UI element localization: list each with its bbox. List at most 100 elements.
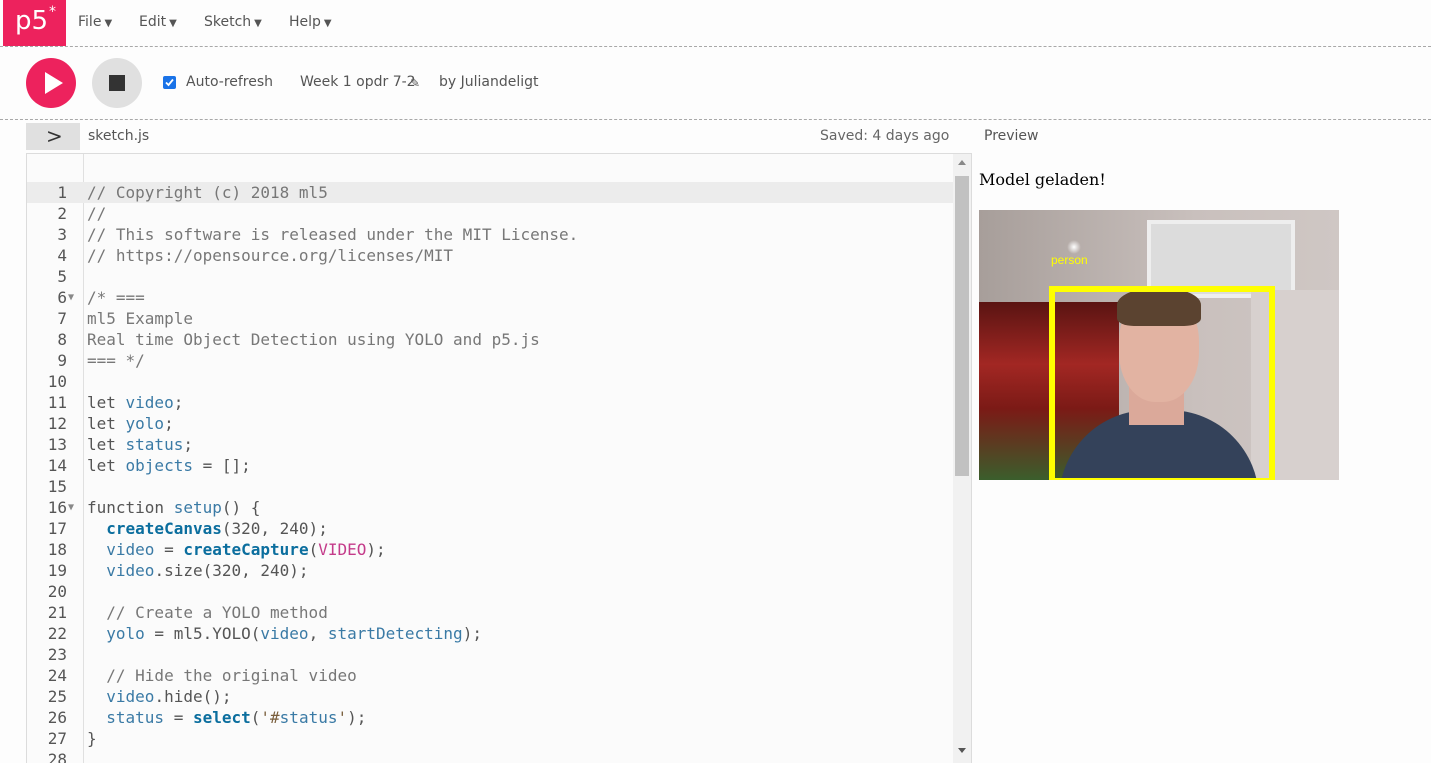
code-line[interactable]: 17 createCanvas(320, 240); bbox=[27, 518, 953, 539]
auto-refresh-label[interactable]: Auto-refresh bbox=[186, 74, 273, 90]
menu-help-label: Help bbox=[289, 14, 321, 30]
preview-label: Preview bbox=[984, 128, 1039, 144]
scroll-up-icon[interactable] bbox=[958, 160, 966, 165]
code-editor[interactable]: 1 // Copyright (c) 2018 ml5 2 // 3 // This so… bbox=[26, 153, 972, 763]
detection-bounding-box bbox=[1049, 286, 1275, 480]
line-number: 21 bbox=[47, 603, 67, 622]
line-number: 6 bbox=[57, 288, 67, 307]
stop-button[interactable] bbox=[92, 58, 142, 108]
line-number: 20 bbox=[47, 582, 67, 601]
pencil-icon[interactable]: ✎ bbox=[410, 76, 420, 90]
line-number: 19 bbox=[47, 561, 67, 580]
code-line[interactable]: 12 let yolo; bbox=[27, 413, 953, 434]
code-line[interactable]: 20 bbox=[27, 581, 953, 602]
code-line[interactable]: 14 let objects = []; bbox=[27, 455, 953, 476]
line-number: 15 bbox=[47, 477, 67, 496]
code-line[interactable]: 21 // Create a YOLO method bbox=[27, 602, 953, 623]
code-line[interactable]: 24 // Hide the original video bbox=[27, 665, 953, 686]
p5-logo[interactable]: p5 * bbox=[3, 0, 66, 46]
scrollbar-thumb[interactable] bbox=[955, 176, 969, 476]
code-line[interactable]: 6 ▼ /* === bbox=[27, 287, 953, 308]
code-text: let yolo; bbox=[87, 414, 174, 433]
chevron-right-icon: > bbox=[46, 124, 63, 148]
editor-header: > sketch.js Saved: 4 days ago Preview bbox=[0, 120, 1431, 153]
code-text: let objects = []; bbox=[87, 456, 251, 475]
play-icon bbox=[45, 72, 63, 94]
menu-file[interactable]: File ▼ bbox=[78, 14, 112, 30]
line-number: 7 bbox=[57, 309, 67, 328]
code-line[interactable]: 15 bbox=[27, 476, 953, 497]
line-number: 26 bbox=[47, 708, 67, 727]
caret-down-icon: ▼ bbox=[323, 18, 332, 29]
line-number: 11 bbox=[47, 393, 67, 412]
line-number: 5 bbox=[57, 267, 67, 286]
code-line[interactable]: 22 yolo = ml5.YOLO(video, startDetecting… bbox=[27, 623, 953, 644]
code-line[interactable]: 8 Real time Object Detection using YOLO a… bbox=[27, 329, 953, 350]
code-line[interactable]: 19 video.size(320, 240); bbox=[27, 560, 953, 581]
preview-canvas: person bbox=[979, 210, 1339, 480]
code-text: video.hide(); bbox=[106, 687, 232, 706]
code-text: let status; bbox=[87, 435, 193, 454]
menu-edit[interactable]: Edit ▼ bbox=[139, 14, 177, 30]
code-text: video.size(320, 240); bbox=[106, 561, 309, 580]
sidebar-toggle-button[interactable]: > bbox=[26, 123, 80, 150]
code-line[interactable]: 28 bbox=[27, 749, 953, 763]
menu-help[interactable]: Help ▼ bbox=[289, 14, 332, 30]
menu-edit-label: Edit bbox=[139, 14, 167, 30]
fold-arrow-icon[interactable]: ▼ bbox=[68, 497, 74, 518]
line-number: 1 bbox=[57, 183, 67, 202]
code-line[interactable]: 18 video = createCapture(VIDEO); bbox=[27, 539, 953, 560]
editor-scrollbar[interactable] bbox=[953, 154, 971, 763]
code-text: // https://opensource.org/licenses/MIT bbox=[87, 246, 454, 265]
code-text: ml5 Example bbox=[87, 309, 193, 328]
code-line[interactable]: 10 bbox=[27, 371, 953, 392]
line-number: 3 bbox=[57, 225, 67, 244]
scroll-down-icon[interactable] bbox=[958, 748, 966, 753]
line-number: 14 bbox=[47, 456, 67, 475]
logo-text: p5 bbox=[15, 6, 49, 36]
logo-asterisk: * bbox=[49, 4, 56, 20]
line-number: 17 bbox=[47, 519, 67, 538]
code-line[interactable]: 11 let video; bbox=[27, 392, 953, 413]
code-line[interactable]: 3 // This software is released under the … bbox=[27, 224, 953, 245]
line-number: 9 bbox=[57, 351, 67, 370]
code-line[interactable]: 23 bbox=[27, 644, 953, 665]
caret-down-icon: ▼ bbox=[169, 18, 177, 29]
code-line[interactable]: 26 status = select('#status'); bbox=[27, 707, 953, 728]
code-line[interactable]: 5 bbox=[27, 266, 953, 287]
menu-sketch[interactable]: Sketch ▼ bbox=[204, 14, 262, 30]
code-text: /* === bbox=[87, 288, 145, 307]
code-line[interactable]: 2 // bbox=[27, 203, 953, 224]
code-text: status = select('#status'); bbox=[106, 708, 367, 727]
auto-refresh-checkbox[interactable] bbox=[163, 76, 176, 89]
code-text: // bbox=[87, 204, 107, 223]
caret-down-icon: ▼ bbox=[254, 18, 262, 29]
code-line[interactable]: 9 === */ bbox=[27, 350, 953, 371]
menu-sketch-label: Sketch bbox=[204, 14, 252, 30]
fold-arrow-icon[interactable]: ▼ bbox=[68, 287, 74, 308]
code-line[interactable]: 16 ▼ function setup() { bbox=[27, 497, 953, 518]
code-line[interactable]: 25 video.hide(); bbox=[27, 686, 953, 707]
code-text: let video; bbox=[87, 393, 184, 412]
code-line[interactable]: 13 let status; bbox=[27, 434, 953, 455]
code-line[interactable]: 7 ml5 Example bbox=[27, 308, 953, 329]
toolbar: Auto-refresh Week 1 opdr 7-2 ✎ by Julian… bbox=[0, 47, 1431, 120]
code-text: // Create a YOLO method bbox=[87, 603, 328, 622]
code-line[interactable]: 1 // Copyright (c) 2018 ml5 bbox=[27, 182, 953, 203]
code-text: // This software is released under the M… bbox=[87, 225, 579, 244]
checkmark-icon bbox=[165, 78, 174, 87]
line-number: 16 bbox=[47, 498, 67, 517]
saved-status: Saved: 4 days ago bbox=[820, 128, 950, 144]
line-number: 23 bbox=[47, 645, 67, 664]
line-number: 18 bbox=[47, 540, 67, 559]
play-button[interactable] bbox=[26, 58, 76, 108]
code-line[interactable]: 4 // https://opensource.org/licenses/MIT bbox=[27, 245, 953, 266]
code-text: createCanvas(320, 240); bbox=[106, 519, 328, 538]
detection-label: person bbox=[1051, 253, 1088, 267]
line-number: 10 bbox=[47, 372, 67, 391]
sketch-name[interactable]: Week 1 opdr 7-2 bbox=[300, 74, 416, 90]
line-number: 22 bbox=[47, 624, 67, 643]
line-number: 27 bbox=[47, 729, 67, 748]
code-text: video = createCapture(VIDEO); bbox=[106, 540, 386, 559]
code-line[interactable]: 27} bbox=[27, 728, 953, 749]
